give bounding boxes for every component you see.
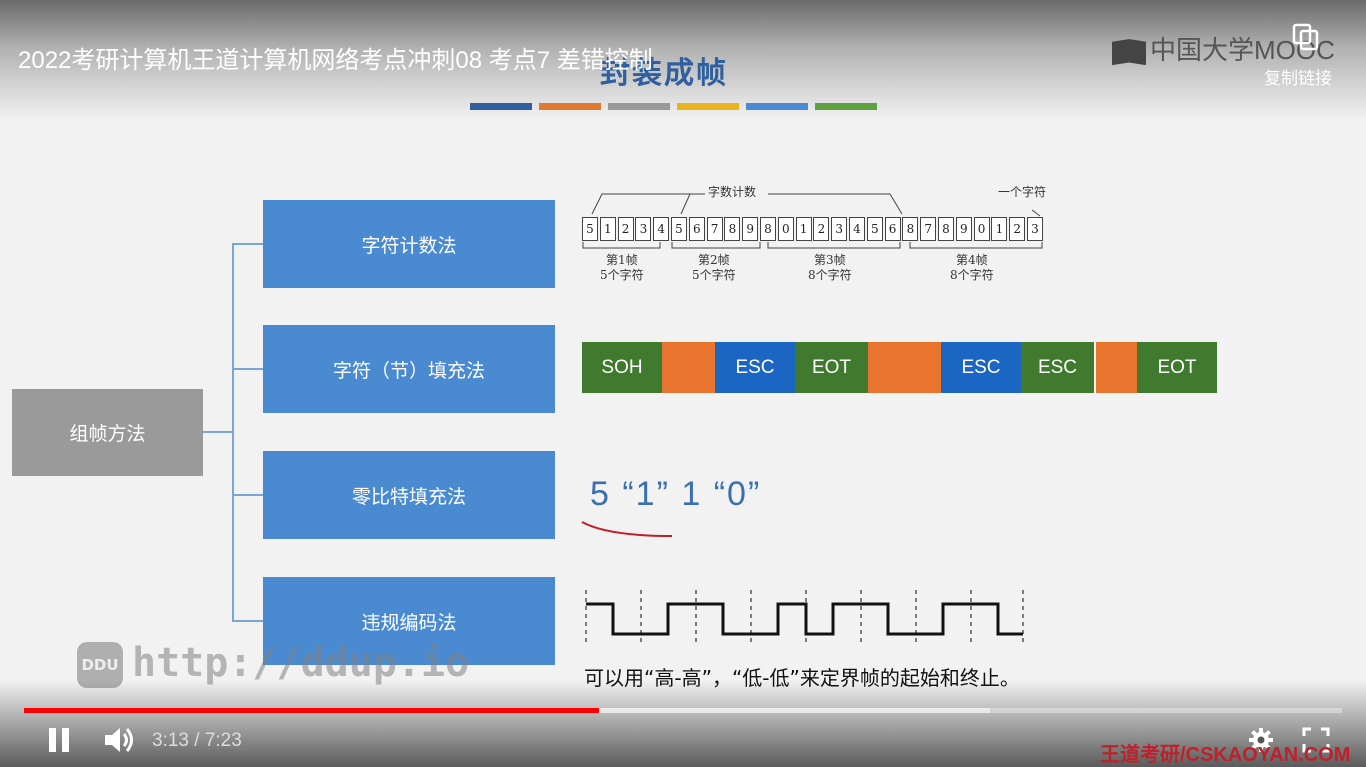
violation-waveform	[585, 590, 1024, 642]
copy-link-icon[interactable]	[1291, 22, 1321, 52]
char-count-cell: 0	[973, 217, 990, 241]
frame-label-4: 第4帧 8个字符	[950, 253, 994, 282]
char-count-cell: 6	[688, 217, 705, 241]
title-stripe	[470, 103, 532, 110]
red-underline-annotation	[581, 521, 673, 537]
method-byte-stuffing: 字符（节）填充法	[263, 325, 555, 413]
byte-stuffing-block: EOT	[1137, 342, 1217, 393]
byte-stuffing-block: ESC	[715, 342, 795, 393]
copy-link-label[interactable]: 复制链接	[1264, 64, 1332, 89]
volume-icon[interactable]	[102, 724, 136, 756]
publisher-watermark: 王道考研/CSKAOYAN.COM	[1100, 744, 1351, 766]
pause-icon[interactable]	[46, 726, 72, 754]
char-count-cell: 7	[920, 217, 937, 241]
video-title[interactable]: 2022考研计算机王道计算机网络考点冲刺08 考点7 差错控制	[18, 40, 653, 75]
zero-bit-text: 5 “1” 1 “0”	[590, 475, 762, 513]
tree-connector	[203, 431, 233, 433]
char-count-top-label: 字数计数	[708, 185, 757, 199]
method-char-count: 字符计数法	[263, 200, 555, 288]
frame-label-2: 第2帧 5个字符	[692, 253, 736, 282]
char-count-cell: 1	[599, 217, 616, 241]
time-display: 3:13 / 7:23	[152, 730, 242, 751]
char-count-right-label: 一个字符	[998, 185, 1047, 199]
title-stripe	[608, 103, 670, 110]
char-count-cell: 8	[938, 217, 954, 241]
tree-connector	[232, 243, 263, 245]
char-count-cell: 1	[795, 217, 812, 241]
char-count-cell: 2	[617, 217, 634, 241]
char-count-cell: 5	[866, 217, 883, 241]
char-count-cell: 1	[991, 217, 1008, 241]
root-node: 组帧方法	[12, 389, 203, 476]
char-count-cell: 8	[724, 217, 741, 241]
mooc-book-icon	[1112, 39, 1146, 66]
title-stripe	[815, 103, 877, 110]
tree-connector	[232, 243, 234, 621]
char-count-cell: 4	[849, 217, 865, 241]
char-count-cell: 3	[1027, 217, 1043, 241]
tree-connector	[232, 620, 263, 622]
frame-label-3: 第3帧 8个字符	[808, 253, 852, 282]
title-stripe	[539, 103, 601, 110]
char-count-cell: 7	[706, 217, 723, 241]
char-count-cell: 5	[671, 217, 687, 241]
char-count-cell: 8	[902, 217, 919, 241]
char-count-cell: 9	[742, 217, 759, 241]
char-count-cell: 3	[831, 217, 848, 241]
frame-label-1: 第1帧 5个字符	[600, 253, 644, 282]
char-count-cell: 2	[813, 217, 830, 241]
byte-stuffing-block	[1096, 342, 1137, 393]
title-stripe	[677, 103, 739, 110]
byte-stuffing-block: EOT	[795, 342, 868, 393]
char-count-cell: 3	[635, 217, 652, 241]
progress-fill	[24, 708, 599, 713]
char-count-cell: 8	[760, 217, 776, 241]
char-count-cell: 6	[884, 217, 901, 241]
char-count-brackets	[591, 193, 1041, 217]
progress-bar[interactable]	[24, 708, 1342, 713]
char-count-cell: 9	[955, 217, 972, 241]
byte-stuffing-block: ESC	[941, 342, 1021, 393]
tree-connector	[232, 494, 263, 496]
byte-stuffing-block: ESC	[1021, 342, 1094, 393]
char-count-cell: 4	[653, 217, 670, 241]
title-stripe	[746, 103, 808, 110]
char-count-cell: 2	[1009, 217, 1026, 241]
tree-connector	[232, 368, 263, 370]
method-zero-bit: 零比特填充法	[263, 451, 555, 539]
char-count-cell: 0	[777, 217, 794, 241]
byte-stuffing-block	[868, 342, 941, 393]
video-frame[interactable]: 封装成帧 组帧方法 字符计数法 字符（节）填充法 零比特填充法 违规编码法 字数…	[0, 0, 1366, 767]
byte-stuffing-block	[662, 342, 715, 393]
char-count-cell: 5	[582, 217, 598, 241]
byte-stuffing-block: SOH	[582, 342, 662, 393]
